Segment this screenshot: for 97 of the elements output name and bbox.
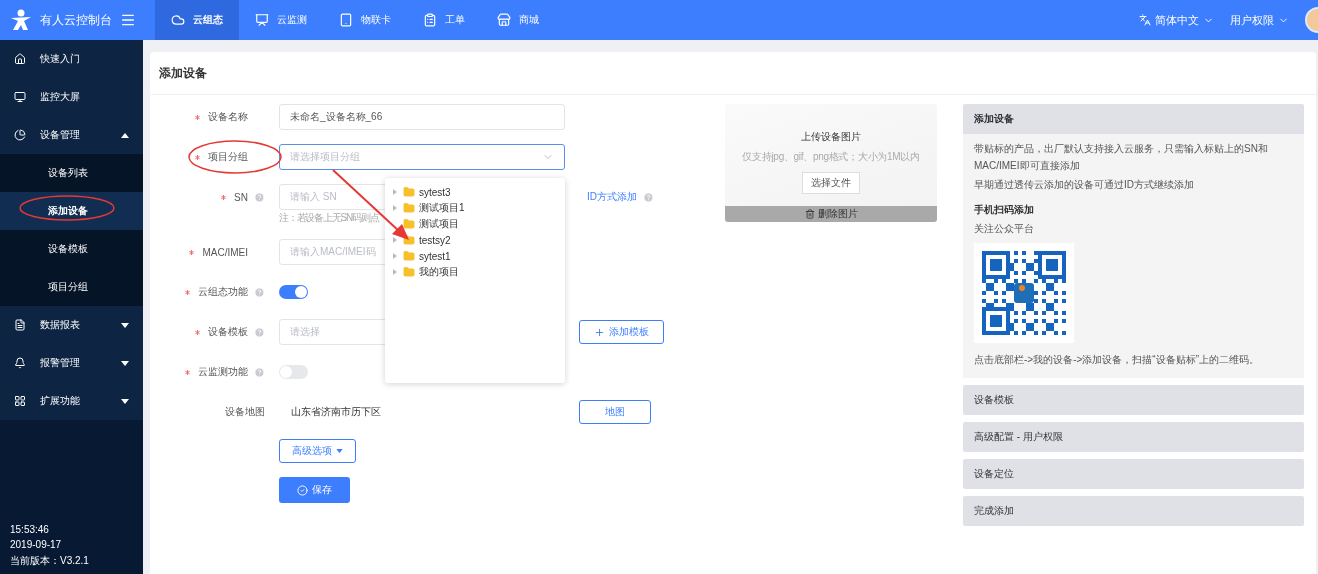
folder-icon: [403, 250, 415, 262]
nav-tab[interactable]: 工单: [407, 0, 481, 40]
field-label: MAC/IMEI: [202, 246, 248, 258]
upload-hint: 仅支持jpg、gif、png格式；大小为1M以内: [742, 150, 920, 164]
guide-text: 带贴标的产品，出厂默认支持接入云服务，只需输入标贴上的SN和MAC/IMEI即可直接添加: [974, 142, 1269, 173]
required-mark-icon: [195, 154, 200, 160]
field-label: 云组态功能: [198, 285, 248, 299]
tree-item[interactable]: 我的项目: [385, 264, 565, 280]
sidebar-subitem[interactable]: 项目分组: [0, 268, 143, 306]
footer-text: 2019-09-17: [10, 539, 63, 550]
required-mark-icon: [221, 194, 227, 200]
guide-text: 点击底部栏->我的设备->添加设备，扫描“设备贴标”上的二维码。: [974, 353, 1260, 367]
language-menu[interactable]: 简体中文: [1139, 12, 1214, 28]
help-icon: [254, 326, 265, 338]
folder-icon: [403, 234, 415, 246]
guide-text: 关注公众平台: [974, 222, 1035, 236]
caret-down-icon: [336, 449, 343, 453]
field-label: 设备名称: [208, 110, 248, 124]
footer-text: 当前版本：V3.2.1: [10, 554, 90, 568]
action-button[interactable]: 地图: [579, 400, 651, 424]
accordion-header[interactable]: 设备定位: [963, 459, 1304, 489]
required-mark-icon: [189, 249, 195, 255]
sidebar-item[interactable]: 设备管理: [0, 116, 143, 154]
sidebar-item[interactable]: 数据报表: [0, 306, 143, 344]
upload-title: 上传设备图片: [801, 130, 861, 144]
monitor-icon: [255, 13, 269, 27]
sidebar-item[interactable]: 扩展功能: [0, 382, 143, 420]
help-icon: [643, 191, 654, 203]
advanced-options-button[interactable]: 高级选项: [279, 439, 356, 463]
pie-chart-icon: [14, 129, 26, 141]
bell-icon: [14, 357, 26, 369]
sidebar-subitem[interactable]: 添加设备: [0, 192, 143, 230]
action-button[interactable]: 添加模板: [579, 320, 664, 344]
toggle-switch[interactable]: [279, 365, 308, 379]
clipboard-icon: [423, 13, 437, 27]
help-icon: [254, 366, 265, 378]
field-label: 设备地图: [225, 405, 265, 419]
tree-item[interactable]: sytest3: [385, 184, 565, 200]
folder-icon: [403, 186, 415, 198]
sidebar-item[interactable]: 监控大屏: [0, 78, 143, 116]
check-circle-icon: [297, 484, 308, 496]
nav-tab[interactable]: 云监测: [239, 0, 323, 40]
field-label: 设备模板: [208, 325, 248, 339]
user-menu[interactable]: 用户权限: [1230, 12, 1289, 28]
folder-icon: [403, 202, 415, 214]
monitor-icon: [14, 91, 26, 103]
grid-icon: [14, 395, 26, 407]
sidebar-item[interactable]: 报警管理: [0, 344, 143, 382]
help-icon: [254, 286, 265, 298]
document-icon: [14, 319, 26, 331]
page-title: 添加设备: [150, 52, 1316, 95]
store-icon: [497, 13, 511, 27]
required-mark-icon: [185, 289, 190, 295]
tree-item[interactable]: 测试项目1: [385, 200, 565, 216]
nav-tab[interactable]: 云组态: [155, 0, 239, 40]
accordion-header[interactable]: 高级配置 - 用户权限: [963, 422, 1304, 452]
delete-image-button[interactable]: 删除图片: [725, 206, 937, 222]
guide-text: 早期通过透传云添加的设备可通过ID方式继续添加: [974, 178, 1195, 192]
qr-code-icon: [974, 243, 1074, 343]
trash-icon: [804, 209, 815, 219]
nav-tab[interactable]: 物联卡: [323, 0, 407, 40]
sidebar-subitem[interactable]: 设备模板: [0, 230, 143, 268]
nav-tab[interactable]: 商城: [481, 0, 555, 40]
menu-icon[interactable]: [120, 12, 136, 28]
accordion-header[interactable]: 完成添加: [963, 496, 1304, 526]
tree-item[interactable]: 测试项目: [385, 216, 565, 232]
plus-icon: [594, 326, 605, 338]
home-icon: [14, 53, 26, 65]
field-hint: 注：若设备上无SN码则点: [279, 211, 379, 225]
field-label: 项目分组: [208, 150, 248, 164]
brand-name: 有人云控制台: [40, 11, 112, 29]
translate-icon: [1139, 14, 1151, 26]
required-mark-icon: [185, 369, 190, 375]
accordion-header[interactable]: 设备模板: [963, 385, 1304, 415]
logo-icon: [10, 9, 32, 31]
location-value: 山东省济南市历下区: [290, 405, 382, 419]
cloud-icon: [171, 13, 185, 27]
save-button[interactable]: 保存: [279, 477, 350, 503]
toggle-switch[interactable]: [279, 285, 308, 299]
folder-icon: [403, 218, 415, 230]
input-field[interactable]: 未命名_设备名称_66: [279, 104, 565, 130]
required-mark-icon: [195, 329, 200, 335]
sidebar-item[interactable]: 快速入门: [0, 40, 143, 78]
tree-item[interactable]: testsy2: [385, 232, 565, 248]
accordion-header[interactable]: 添加设备: [963, 104, 1304, 134]
folder-icon: [403, 266, 415, 278]
required-mark-icon: [195, 114, 200, 120]
tablet-icon: [339, 13, 353, 27]
help-icon: [254, 191, 265, 203]
footer-text: 15:53:46: [10, 524, 50, 535]
id-add-link[interactable]: ID方式添加: [587, 190, 637, 204]
guide-heading: 手机扫码添加: [974, 203, 1035, 217]
field-label: SN: [234, 191, 248, 203]
field-label: 云监测功能: [198, 365, 248, 379]
tree-item[interactable]: sytest1: [385, 248, 565, 264]
choose-file-button[interactable]: 选择文件: [802, 172, 860, 194]
sidebar-subitem[interactable]: 设备列表: [0, 154, 143, 192]
